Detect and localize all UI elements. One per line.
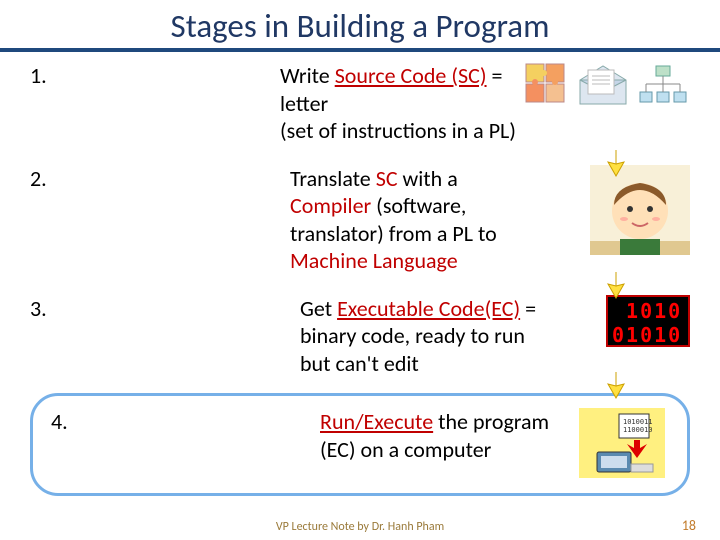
keyword-compiler: Compiler bbox=[290, 192, 371, 219]
stage-1: 1. Write Source Code (SC) = letter (set … bbox=[30, 62, 690, 145]
text-frag: (set of instructions in a PL) bbox=[280, 117, 516, 144]
stage-4-image: 1010011 1100010 bbox=[579, 408, 669, 483]
list-number: 2. bbox=[30, 165, 290, 193]
stage-3-text: Get Executable Code(EC) = binary code, r… bbox=[300, 295, 560, 378]
keyword-machine-language: Machine Language bbox=[290, 247, 458, 274]
arrow-down-icon bbox=[600, 370, 632, 400]
arrow-down-icon bbox=[600, 148, 632, 178]
text-frag: with a bbox=[398, 165, 458, 192]
list-number: 3. bbox=[30, 295, 300, 323]
slide-title: Stages in Building a Program bbox=[0, 6, 720, 46]
stage-1-images bbox=[520, 62, 690, 113]
computer-run-icon: 1010011 1100010 bbox=[579, 408, 665, 478]
stage-4-box: 4. Run/Execute the program (EC) on a com… bbox=[30, 393, 690, 496]
binary-line: 1010 bbox=[612, 299, 684, 323]
footer-note: VP Lecture Note by Dr. Hanh Pham bbox=[0, 520, 720, 534]
stage-2-image bbox=[540, 165, 690, 260]
text-frag: Write bbox=[280, 62, 335, 89]
keyword-executable-code: Executable Code(EC) bbox=[337, 295, 520, 322]
stage-3-image: 1010 01010 bbox=[560, 295, 690, 347]
puzzle-icon bbox=[524, 62, 570, 113]
text-frag: Get bbox=[300, 295, 337, 322]
svg-text:1010011: 1010011 bbox=[623, 418, 653, 426]
stage-4-text: Run/Execute the program (EC) on a comput… bbox=[320, 408, 579, 463]
stage-2-text: Translate SC with a Compiler (software, … bbox=[290, 165, 540, 275]
keyword-run-execute: Run/Execute bbox=[320, 408, 433, 435]
keyword-source-code: Source Code (SC) bbox=[335, 62, 487, 89]
person-face-icon bbox=[590, 165, 690, 260]
stage-1-text: Write Source Code (SC) = letter (set of … bbox=[280, 62, 520, 145]
envelope-icon bbox=[576, 62, 630, 113]
list-number: 1. bbox=[30, 62, 280, 90]
binary-line: 01010 bbox=[612, 323, 684, 347]
binary-icon: 1010 01010 bbox=[606, 295, 690, 347]
keyword-sc: SC bbox=[376, 165, 398, 192]
page-number: 18 bbox=[682, 517, 696, 534]
arrow-down-icon bbox=[600, 270, 632, 300]
stage-2: 2. Translate SC with a Compiler (softwar… bbox=[30, 165, 690, 275]
list-number: 4. bbox=[51, 408, 320, 436]
svg-text:1100010: 1100010 bbox=[623, 426, 653, 434]
orgchart-icon bbox=[636, 62, 690, 113]
stage-3: 3. Get Executable Code(EC) = binary code… bbox=[30, 295, 690, 378]
title-bar: Stages in Building a Program bbox=[0, 0, 720, 52]
text-frag: Translate bbox=[290, 165, 376, 192]
